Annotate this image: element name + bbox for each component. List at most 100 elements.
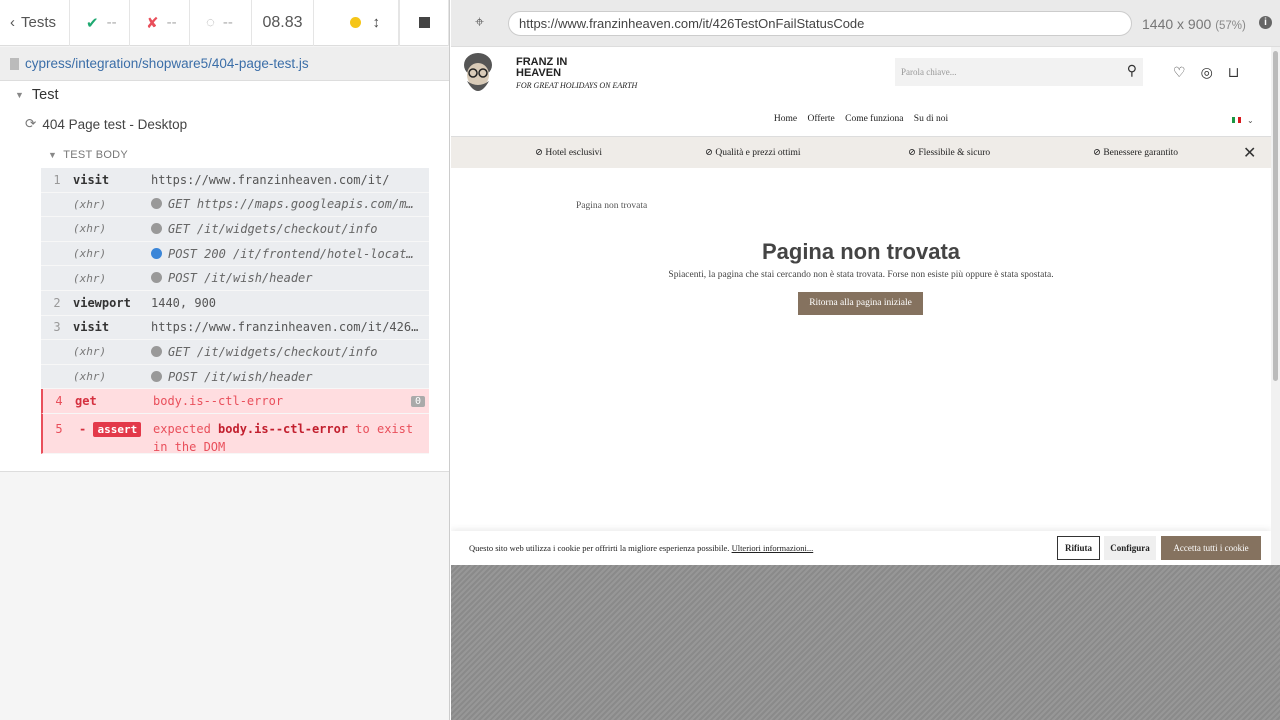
usp-item: ⊘ Flessibile & sicuro: [908, 148, 991, 158]
error-description: Spiacenti, la pagina che stai cercando n…: [668, 270, 1054, 280]
command-list: 1 visit https://www.franzinheaven.com/it…: [41, 168, 429, 454]
command-name: (xhr): [73, 247, 107, 261]
assert-selector: body.is--ctl-error: [218, 421, 349, 436]
search-input[interactable]: Parola chiave... ⚲: [895, 58, 1143, 86]
brand-line: HEAVEN: [516, 67, 562, 79]
heart-icon[interactable]: ♡: [1173, 65, 1186, 82]
aut-iframe: FRANZ IN HEAVEN FOR GREAT HOLIDAYS ON EA…: [451, 47, 1280, 565]
caret-down-icon: ▼: [15, 90, 24, 100]
xhr-status-icon: [151, 370, 162, 382]
pending-count: --: [222, 14, 233, 31]
command-row[interactable]: (xhr) POST /it/wish/header: [41, 266, 429, 291]
chevron-left-icon: ‹: [10, 14, 15, 31]
command-name: visit: [73, 172, 110, 187]
scrollbar[interactable]: [1271, 47, 1280, 565]
command-row[interactable]: 2 viewport 1440, 900: [41, 290, 429, 316]
header-icons: ♡ ◎ ⊔: [1173, 65, 1240, 82]
usp-text: Flessibile & sicuro: [918, 148, 991, 158]
usp-bar: ⊘ Hotel esclusivi ⊘ Qualità e prezzi ott…: [451, 136, 1271, 168]
command-row[interactable]: (xhr) GET /it/widgets/checkout/info: [41, 340, 429, 365]
test-body-header[interactable]: ▼ TEST BODY: [48, 149, 128, 161]
command-name: visit: [73, 320, 110, 335]
assert-command-row[interactable]: 5 - assert expected body.is--ctl-error t…: [41, 413, 429, 454]
auto-scroll-toggle-icon[interactable]: ↕: [373, 14, 381, 31]
tests-button[interactable]: ‹ Tests: [0, 0, 70, 46]
command-name: (xhr): [73, 271, 107, 285]
command-row[interactable]: 1 visit https://www.franzinheaven.com/it…: [41, 168, 429, 193]
cookie-more-info-link[interactable]: Ulteriori informazioni...: [732, 543, 814, 553]
failed-command-row[interactable]: 4 get body.is--ctl-error 0: [41, 389, 429, 414]
brand-name[interactable]: FRANZ IN HEAVEN: [516, 57, 567, 79]
nav-item-offerte[interactable]: Offerte: [807, 114, 834, 124]
test-title-label: 404 Page test - Desktop: [42, 116, 188, 132]
assert-pre: expected: [153, 421, 219, 436]
command-name: - assert: [75, 420, 153, 438]
nav-item-su-di-noi[interactable]: Su di noi: [914, 114, 948, 124]
command-message: https://www.franzinheaven.com/it/426…: [151, 320, 419, 335]
brand-tagline: FOR GREAT HOLIDAYS ON EARTH: [516, 81, 638, 90]
cookie-configure-button[interactable]: Configura: [1104, 536, 1156, 560]
scrollbar-thumb[interactable]: [1273, 51, 1278, 381]
command-name: (xhr): [73, 222, 107, 236]
pending-stat: ◌ --: [190, 0, 252, 46]
stop-button[interactable]: [399, 0, 449, 46]
command-message: 1440, 900: [151, 295, 217, 310]
xhr-status-icon: [151, 198, 162, 210]
test-title[interactable]: ⟳ 404 Page test - Desktop: [25, 116, 187, 132]
command-message: GET https://maps.googleapis.com/m…: [151, 197, 429, 211]
spec-path-link[interactable]: cypress/integration/shopware5/404-page-t…: [25, 56, 309, 71]
cart-icon[interactable]: ⊔: [1228, 65, 1240, 82]
command-number: 4: [55, 394, 63, 409]
nav-item-home[interactable]: Home: [774, 114, 797, 124]
spec-path-bar: cypress/integration/shopware5/404-page-t…: [0, 47, 449, 81]
xhr-status-icon: [151, 272, 162, 284]
back-home-button[interactable]: Ritorna alla pagina iniziale: [798, 292, 923, 315]
running-indicator-icon: [349, 17, 361, 28]
chevron-down-icon: ⌄: [1247, 116, 1254, 125]
cookie-banner: Questo sito web utilizza i cookie per of…: [451, 531, 1271, 565]
aut-url-field[interactable]: https://www.franzinheaven.com/it/426Test…: [508, 11, 1132, 36]
cookie-reject-button[interactable]: Rifiuta: [1057, 536, 1100, 560]
command-row[interactable]: 3 visit https://www.franzinheaven.com/it…: [41, 315, 429, 341]
command-message: GET /it/widgets/checkout/info: [151, 222, 429, 236]
test-body-label: TEST BODY: [63, 149, 129, 161]
xhr-text: GET /it/widgets/checkout/info: [168, 221, 378, 236]
usp-text: Hotel esclusivi: [545, 148, 603, 158]
cookie-text: Questo sito web utilizza i cookie per of…: [469, 543, 813, 553]
command-name: viewport: [73, 295, 131, 310]
reporter-header: ‹ Tests ✔ -- ✘ -- ◌ -- 08.83 ↕: [0, 0, 449, 46]
command-message: POST 200 /it/frontend/hotel-locat…: [151, 247, 429, 261]
command-row[interactable]: (xhr) GET /it/widgets/checkout/info: [41, 217, 429, 242]
spinner-icon: ◌: [206, 14, 215, 31]
assert-prefix: -: [79, 421, 87, 436]
command-message: POST /it/wish/header: [151, 370, 429, 384]
command-message: https://www.franzinheaven.com/it/: [151, 172, 390, 187]
language-selector[interactable]: ⌄: [1232, 116, 1254, 125]
suite-title[interactable]: ▼ Test: [15, 87, 59, 103]
info-icon[interactable]: i: [1259, 16, 1272, 29]
nav-item-come-funziona[interactable]: Come funziona: [845, 114, 903, 124]
command-row[interactable]: (xhr) POST 200 /it/frontend/hotel-locat…: [41, 241, 429, 267]
command-message: body.is--ctl-error: [153, 394, 284, 409]
italian-flag-icon: [1232, 117, 1241, 123]
command-message: GET /it/widgets/checkout/info: [151, 345, 429, 359]
command-number: 2: [53, 295, 61, 310]
selector-playground-button[interactable]: ⌖: [451, 14, 508, 32]
close-icon[interactable]: ✕: [1243, 143, 1256, 163]
xhr-status-icon: [151, 222, 162, 234]
command-number: 3: [53, 320, 61, 335]
viewport-info: 1440 x 900 (57%): [1142, 16, 1246, 32]
crosshair-icon: ⌖: [474, 14, 484, 31]
xhr-status-icon: [151, 247, 162, 259]
passed-stat: ✔ --: [70, 0, 130, 46]
cross-icon: ✘: [146, 14, 159, 32]
search-icon[interactable]: ⚲: [1127, 63, 1137, 80]
command-row[interactable]: (xhr) GET https://maps.googleapis.com/m…: [41, 192, 429, 218]
account-icon[interactable]: ◎: [1201, 65, 1213, 82]
caret-down-icon: ▼: [48, 150, 58, 160]
run-controls: ↕: [314, 0, 399, 46]
cookie-accept-button[interactable]: Accetta tutti i cookie: [1161, 536, 1261, 560]
command-row[interactable]: (xhr) POST /it/wish/header: [41, 364, 429, 390]
xhr-text: POST 200 /it/frontend/hotel-locat…: [168, 246, 414, 261]
command-name: (xhr): [73, 370, 107, 384]
